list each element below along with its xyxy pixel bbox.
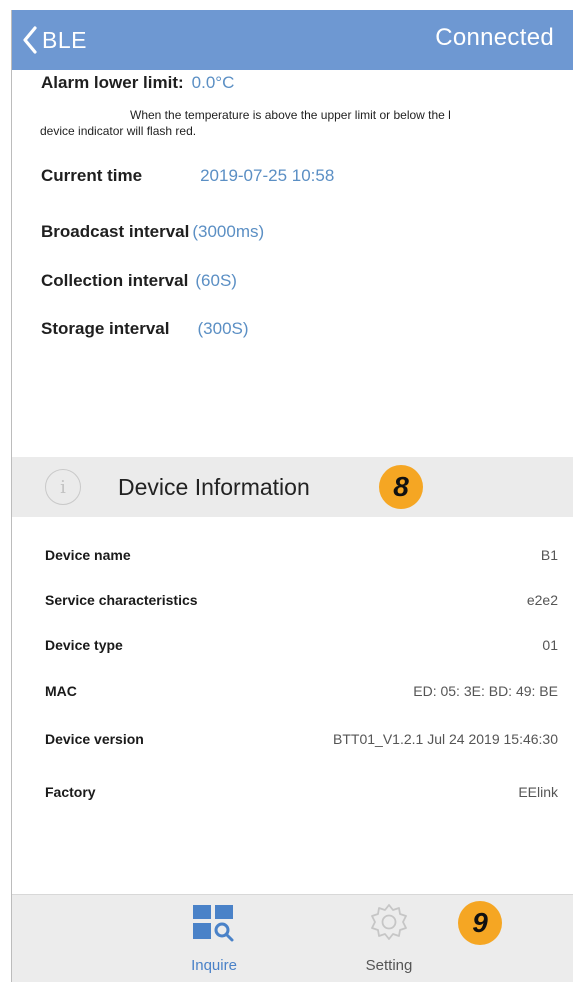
alarm-lower-value[interactable]: 0.0°C bbox=[192, 73, 235, 93]
broadcast-interval-row: Broadcast interval (3000ms) bbox=[41, 222, 264, 242]
info-row-device-type: Device type 01 bbox=[45, 637, 558, 661]
info-key: Device name bbox=[45, 547, 131, 563]
device-info-title: Device Information bbox=[118, 474, 310, 500]
info-row-factory: Factory EElink bbox=[45, 784, 558, 808]
info-key: MAC bbox=[45, 683, 77, 699]
chevron-left-icon bbox=[23, 26, 37, 54]
tab-setting[interactable]: Setting bbox=[339, 895, 439, 982]
collection-interval-value[interactable]: (60S) bbox=[195, 271, 237, 291]
callout-badge-9: 9 bbox=[458, 901, 502, 945]
current-time-label: Current time bbox=[41, 166, 143, 185]
gear-icon bbox=[371, 904, 407, 940]
collection-interval-row: Collection interval (60S) bbox=[41, 271, 237, 291]
info-value: B1 bbox=[540, 547, 558, 563]
info-icon: i bbox=[45, 469, 81, 505]
callout-badge-8: 8 bbox=[379, 465, 423, 509]
back-button[interactable]: BLE bbox=[22, 22, 87, 58]
back-label: BLE bbox=[42, 26, 87, 53]
alarm-note-line1: When the temperature is above the upper … bbox=[130, 108, 451, 122]
info-row-device-name: Device name B1 bbox=[45, 547, 558, 571]
broadcast-interval-value[interactable]: (3000ms) bbox=[192, 222, 264, 242]
info-value: EElink bbox=[518, 784, 558, 800]
device-info-header: i Device Information 8 bbox=[12, 457, 573, 517]
tab-inquire-label: Inquire bbox=[191, 957, 237, 974]
bottom-tab-bar: Inquire Setting 9 bbox=[12, 894, 573, 982]
top-nav-bar: BLE Connected bbox=[12, 10, 573, 70]
tab-setting-label: Setting bbox=[365, 957, 413, 974]
info-value: ED: 05: 3E: BD: 49: BE bbox=[413, 683, 558, 699]
current-time-value[interactable]: 2019-07-25 10:58 bbox=[200, 166, 334, 186]
info-row-mac: MAC ED: 05: 3E: BD: 49: BE bbox=[45, 683, 558, 707]
tab-inquire[interactable]: Inquire bbox=[164, 895, 264, 982]
info-key: Service characteristics bbox=[45, 592, 198, 608]
storage-interval-value[interactable]: (300S) bbox=[198, 319, 249, 339]
app-screen: BLE Connected Alarm lower limit: 0.0°C W… bbox=[11, 10, 573, 982]
alarm-note-line2: device indicator will flash red. bbox=[40, 124, 197, 138]
broadcast-interval-label: Broadcast interval bbox=[41, 222, 190, 241]
alarm-lower-label: Alarm lower limit: bbox=[41, 73, 184, 92]
info-value: BTT01_V1.2.1 Jul 24 2019 15:46:30 bbox=[333, 731, 558, 747]
grid-search-icon bbox=[193, 905, 234, 942]
info-key: Device type bbox=[45, 637, 123, 653]
current-time-row: Current time 2019-07-25 10:58 bbox=[41, 166, 334, 186]
alarm-lower-row: Alarm lower limit: 0.0°C bbox=[41, 73, 234, 93]
info-row-service-characteristics: Service characteristics e2e2 bbox=[45, 592, 558, 616]
collection-interval-label: Collection interval bbox=[41, 271, 189, 290]
info-key: Factory bbox=[45, 784, 96, 800]
info-key: Device version bbox=[45, 731, 144, 747]
info-row-device-version: Device version BTT01_V1.2.1 Jul 24 2019 … bbox=[45, 731, 558, 755]
storage-interval-label: Storage interval bbox=[41, 319, 170, 338]
connection-status: Connected bbox=[435, 24, 554, 51]
info-value: e2e2 bbox=[526, 592, 558, 608]
info-value: 01 bbox=[542, 637, 558, 653]
storage-interval-row: Storage interval (300S) bbox=[41, 319, 249, 339]
